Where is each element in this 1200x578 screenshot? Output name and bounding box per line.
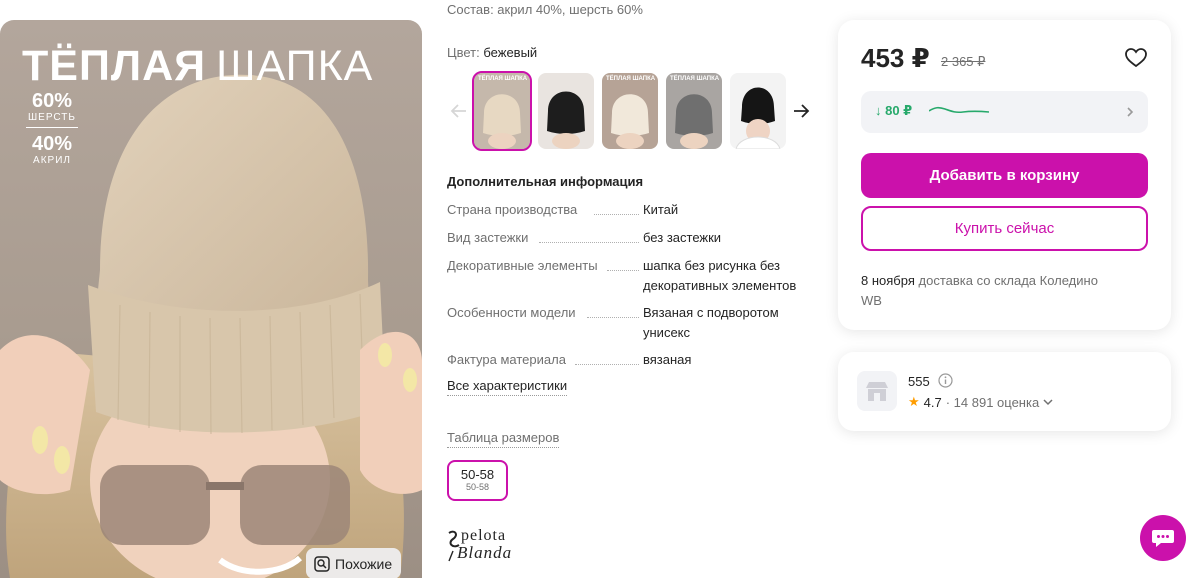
similar-button[interactable]: Похожие <box>306 548 402 578</box>
product-main-photo[interactable]: ТЁПЛАЯ ШАПКА 60% ШЕРСТЬ 40% АКРИЛ Похожие <box>0 20 422 578</box>
composition-wool: 60% ШЕРСТЬ <box>28 90 76 123</box>
similar-label: Похожие <box>335 555 393 572</box>
color-thumb-black-model[interactable] <box>730 73 786 149</box>
brand-logo-text-bottom: Blanda <box>457 543 513 562</box>
color-label: Цвет: бежевый <box>447 45 538 60</box>
color-variants: ТЁПЛАЯ ШАПКА ТЁПЛАЯ ШАПКА ТЁПЛАЯ ШАПКА <box>472 71 786 151</box>
price-history-sparkline-icon <box>929 106 989 114</box>
price-card: 453 ₽ 2 365 ₽ ↓ 80 ₽ Добавить в корзину … <box>838 20 1171 330</box>
color-thumb-milk[interactable]: ТЁПЛАЯ ШАПКА <box>602 73 658 149</box>
all-characteristics-link[interactable]: Все характеристики <box>447 378 568 396</box>
composition-acrylic: 40% АКРИЛ <box>31 133 73 166</box>
chevron-right-icon <box>1127 107 1134 117</box>
chat-bubble-icon <box>1152 530 1174 547</box>
chevron-down-icon <box>1043 399 1053 406</box>
old-price: 2 365 ₽ <box>941 54 986 69</box>
color-thumb-beige[interactable]: ТЁПЛАЯ ШАПКА <box>472 71 532 151</box>
size-option-selected[interactable]: 50-58 50-58 <box>447 460 508 501</box>
current-price: 453 ₽ <box>861 43 930 73</box>
chat-button[interactable] <box>1140 515 1186 561</box>
seller-name[interactable]: 555 <box>908 374 930 389</box>
brand-logo[interactable]: pelota Blanda <box>447 527 539 563</box>
shop-icon <box>857 371 897 411</box>
add-to-cart-button[interactable]: Добавить в корзину <box>861 153 1148 198</box>
thumbs-next-arrow-icon[interactable] <box>790 100 812 122</box>
color-thumb-black[interactable] <box>538 73 594 149</box>
info-icon[interactable] <box>938 373 953 388</box>
similar-search-icon <box>314 555 330 572</box>
thumbs-prev-arrow-icon[interactable] <box>448 100 470 122</box>
promo-title: ТЁПЛАЯ ШАПКА <box>22 42 374 90</box>
favorite-heart-icon[interactable] <box>1125 48 1147 68</box>
star-icon: ★ <box>908 394 920 409</box>
size-table-link[interactable]: Таблица размеров <box>447 430 560 448</box>
composition-text: Состав: акрил 40%, шерсть 60% <box>447 2 643 17</box>
price-history-box[interactable]: ↓ 80 ₽ <box>861 91 1148 133</box>
price-drop-value: ↓ 80 ₽ <box>875 103 913 118</box>
seller-rating[interactable]: ★ 4.7 · 14 891 оценка <box>908 394 1053 410</box>
composition-divider <box>26 127 78 128</box>
additional-info-title: Дополнительная информация <box>447 174 644 189</box>
seller-card[interactable]: 555 ★ 4.7 · 14 891 оценка <box>838 352 1171 431</box>
buy-now-button[interactable]: Купить сейчас <box>861 206 1148 251</box>
color-thumb-grey[interactable]: ТЁПЛАЯ ШАПКА <box>666 73 722 149</box>
delivery-info: 8 ноября доставка со склада Коледино WB <box>861 273 1098 308</box>
